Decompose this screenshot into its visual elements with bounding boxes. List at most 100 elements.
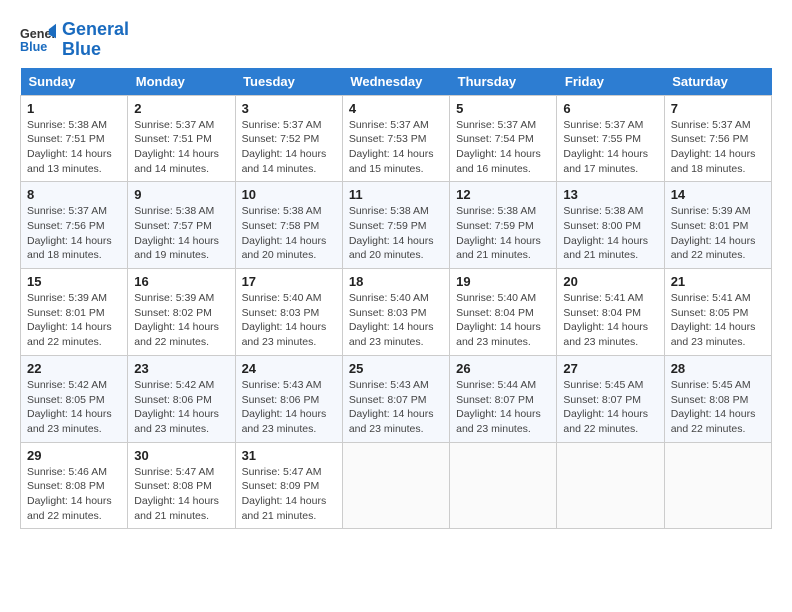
- day-info: Sunrise: 5:41 AM Sunset: 8:05 PM Dayligh…: [671, 291, 765, 350]
- day-number: 16: [134, 274, 228, 289]
- calendar-cell: 1 Sunrise: 5:38 AM Sunset: 7:51 PM Dayli…: [21, 95, 128, 182]
- day-number: 12: [456, 187, 550, 202]
- calendar-cell: 16 Sunrise: 5:39 AM Sunset: 8:02 PM Dayl…: [128, 269, 235, 356]
- day-number: 25: [349, 361, 443, 376]
- calendar-cell: 28 Sunrise: 5:45 AM Sunset: 8:08 PM Dayl…: [664, 355, 771, 442]
- calendar-cell: 25 Sunrise: 5:43 AM Sunset: 8:07 PM Dayl…: [342, 355, 449, 442]
- calendar-cell: 21 Sunrise: 5:41 AM Sunset: 8:05 PM Dayl…: [664, 269, 771, 356]
- day-number: 22: [27, 361, 121, 376]
- day-info: Sunrise: 5:39 AM Sunset: 8:01 PM Dayligh…: [671, 204, 765, 263]
- day-info: Sunrise: 5:38 AM Sunset: 7:59 PM Dayligh…: [456, 204, 550, 263]
- day-number: 20: [563, 274, 657, 289]
- calendar-cell: [342, 442, 449, 529]
- calendar-cell: 10 Sunrise: 5:38 AM Sunset: 7:58 PM Dayl…: [235, 182, 342, 269]
- calendar-cell: 15 Sunrise: 5:39 AM Sunset: 8:01 PM Dayl…: [21, 269, 128, 356]
- day-info: Sunrise: 5:38 AM Sunset: 8:00 PM Dayligh…: [563, 204, 657, 263]
- calendar-cell: 31 Sunrise: 5:47 AM Sunset: 8:09 PM Dayl…: [235, 442, 342, 529]
- day-number: 7: [671, 101, 765, 116]
- day-number: 3: [242, 101, 336, 116]
- weekday-header-thursday: Thursday: [450, 68, 557, 96]
- calendar-cell: 7 Sunrise: 5:37 AM Sunset: 7:56 PM Dayli…: [664, 95, 771, 182]
- day-number: 23: [134, 361, 228, 376]
- day-info: Sunrise: 5:46 AM Sunset: 8:08 PM Dayligh…: [27, 465, 121, 524]
- weekday-header-monday: Monday: [128, 68, 235, 96]
- day-info: Sunrise: 5:37 AM Sunset: 7:53 PM Dayligh…: [349, 118, 443, 177]
- calendar-cell: 18 Sunrise: 5:40 AM Sunset: 8:03 PM Dayl…: [342, 269, 449, 356]
- day-info: Sunrise: 5:43 AM Sunset: 8:06 PM Dayligh…: [242, 378, 336, 437]
- calendar-cell: 22 Sunrise: 5:42 AM Sunset: 8:05 PM Dayl…: [21, 355, 128, 442]
- day-info: Sunrise: 5:47 AM Sunset: 8:09 PM Dayligh…: [242, 465, 336, 524]
- day-number: 21: [671, 274, 765, 289]
- weekday-header-saturday: Saturday: [664, 68, 771, 96]
- calendar-cell: 19 Sunrise: 5:40 AM Sunset: 8:04 PM Dayl…: [450, 269, 557, 356]
- day-number: 4: [349, 101, 443, 116]
- calendar-cell: 11 Sunrise: 5:38 AM Sunset: 7:59 PM Dayl…: [342, 182, 449, 269]
- calendar-cell: 4 Sunrise: 5:37 AM Sunset: 7:53 PM Dayli…: [342, 95, 449, 182]
- day-number: 17: [242, 274, 336, 289]
- day-number: 8: [27, 187, 121, 202]
- day-info: Sunrise: 5:37 AM Sunset: 7:52 PM Dayligh…: [242, 118, 336, 177]
- day-info: Sunrise: 5:42 AM Sunset: 8:05 PM Dayligh…: [27, 378, 121, 437]
- calendar-cell: 8 Sunrise: 5:37 AM Sunset: 7:56 PM Dayli…: [21, 182, 128, 269]
- day-info: Sunrise: 5:42 AM Sunset: 8:06 PM Dayligh…: [134, 378, 228, 437]
- day-info: Sunrise: 5:37 AM Sunset: 7:56 PM Dayligh…: [671, 118, 765, 177]
- weekday-header-row: SundayMondayTuesdayWednesdayThursdayFrid…: [21, 68, 772, 96]
- day-info: Sunrise: 5:38 AM Sunset: 7:57 PM Dayligh…: [134, 204, 228, 263]
- day-number: 31: [242, 448, 336, 463]
- day-number: 5: [456, 101, 550, 116]
- calendar-cell: [450, 442, 557, 529]
- day-info: Sunrise: 5:37 AM Sunset: 7:51 PM Dayligh…: [134, 118, 228, 177]
- day-info: Sunrise: 5:39 AM Sunset: 8:02 PM Dayligh…: [134, 291, 228, 350]
- calendar-cell: 17 Sunrise: 5:40 AM Sunset: 8:03 PM Dayl…: [235, 269, 342, 356]
- day-info: Sunrise: 5:40 AM Sunset: 8:04 PM Dayligh…: [456, 291, 550, 350]
- day-number: 10: [242, 187, 336, 202]
- day-number: 30: [134, 448, 228, 463]
- week-row-1: 8 Sunrise: 5:37 AM Sunset: 7:56 PM Dayli…: [21, 182, 772, 269]
- logo-icon: General Blue: [20, 22, 56, 58]
- calendar-cell: 14 Sunrise: 5:39 AM Sunset: 8:01 PM Dayl…: [664, 182, 771, 269]
- logo-text-line1: General: [62, 20, 129, 40]
- calendar-cell: 6 Sunrise: 5:37 AM Sunset: 7:55 PM Dayli…: [557, 95, 664, 182]
- calendar-cell: 12 Sunrise: 5:38 AM Sunset: 7:59 PM Dayl…: [450, 182, 557, 269]
- day-info: Sunrise: 5:37 AM Sunset: 7:54 PM Dayligh…: [456, 118, 550, 177]
- week-row-4: 29 Sunrise: 5:46 AM Sunset: 8:08 PM Dayl…: [21, 442, 772, 529]
- day-info: Sunrise: 5:47 AM Sunset: 8:08 PM Dayligh…: [134, 465, 228, 524]
- svg-text:Blue: Blue: [20, 40, 47, 54]
- calendar-cell: 2 Sunrise: 5:37 AM Sunset: 7:51 PM Dayli…: [128, 95, 235, 182]
- day-number: 19: [456, 274, 550, 289]
- day-info: Sunrise: 5:40 AM Sunset: 8:03 PM Dayligh…: [349, 291, 443, 350]
- day-number: 2: [134, 101, 228, 116]
- day-info: Sunrise: 5:38 AM Sunset: 7:58 PM Dayligh…: [242, 204, 336, 263]
- day-number: 26: [456, 361, 550, 376]
- day-info: Sunrise: 5:44 AM Sunset: 8:07 PM Dayligh…: [456, 378, 550, 437]
- header: General Blue General Blue: [20, 20, 772, 60]
- day-number: 14: [671, 187, 765, 202]
- calendar-cell: 20 Sunrise: 5:41 AM Sunset: 8:04 PM Dayl…: [557, 269, 664, 356]
- calendar-cell: 5 Sunrise: 5:37 AM Sunset: 7:54 PM Dayli…: [450, 95, 557, 182]
- logo: General Blue General Blue: [20, 20, 129, 60]
- day-number: 1: [27, 101, 121, 116]
- calendar-cell: 24 Sunrise: 5:43 AM Sunset: 8:06 PM Dayl…: [235, 355, 342, 442]
- calendar-cell: 27 Sunrise: 5:45 AM Sunset: 8:07 PM Dayl…: [557, 355, 664, 442]
- calendar-cell: 23 Sunrise: 5:42 AM Sunset: 8:06 PM Dayl…: [128, 355, 235, 442]
- day-info: Sunrise: 5:45 AM Sunset: 8:07 PM Dayligh…: [563, 378, 657, 437]
- calendar-cell: 9 Sunrise: 5:38 AM Sunset: 7:57 PM Dayli…: [128, 182, 235, 269]
- day-info: Sunrise: 5:38 AM Sunset: 7:51 PM Dayligh…: [27, 118, 121, 177]
- day-number: 28: [671, 361, 765, 376]
- calendar-cell: 30 Sunrise: 5:47 AM Sunset: 8:08 PM Dayl…: [128, 442, 235, 529]
- week-row-0: 1 Sunrise: 5:38 AM Sunset: 7:51 PM Dayli…: [21, 95, 772, 182]
- weekday-header-wednesday: Wednesday: [342, 68, 449, 96]
- day-info: Sunrise: 5:41 AM Sunset: 8:04 PM Dayligh…: [563, 291, 657, 350]
- day-number: 15: [27, 274, 121, 289]
- calendar-cell: 13 Sunrise: 5:38 AM Sunset: 8:00 PM Dayl…: [557, 182, 664, 269]
- weekday-header-friday: Friday: [557, 68, 664, 96]
- calendar-table: SundayMondayTuesdayWednesdayThursdayFrid…: [20, 68, 772, 530]
- weekday-header-sunday: Sunday: [21, 68, 128, 96]
- weekday-header-tuesday: Tuesday: [235, 68, 342, 96]
- day-number: 24: [242, 361, 336, 376]
- day-number: 18: [349, 274, 443, 289]
- day-number: 29: [27, 448, 121, 463]
- week-row-3: 22 Sunrise: 5:42 AM Sunset: 8:05 PM Dayl…: [21, 355, 772, 442]
- day-number: 9: [134, 187, 228, 202]
- logo-text-line2: Blue: [62, 40, 129, 60]
